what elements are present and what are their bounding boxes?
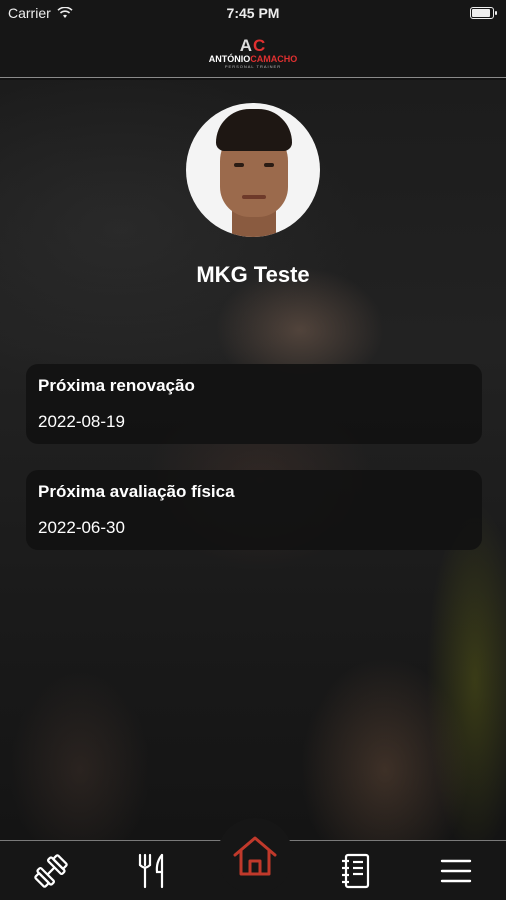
nav-home[interactable] xyxy=(217,818,293,894)
logo-name: ANTÓNIOCAMACHO xyxy=(208,53,298,64)
menu-icon xyxy=(440,859,472,883)
card-title: Próxima renovação xyxy=(38,376,195,395)
assessment-card: Próxima avaliação física 2022-06-30 xyxy=(26,470,482,550)
app-header: AC ANTÓNIOCAMACHO PERSONAL TRAINER xyxy=(0,28,506,78)
status-bar: Carrier 7:45 PM xyxy=(0,0,506,28)
brand-logo: AC ANTÓNIOCAMACHO PERSONAL TRAINER xyxy=(209,37,298,69)
logo-mark-c: C xyxy=(253,35,267,55)
profile-avatar[interactable] xyxy=(186,103,320,237)
logo-subtitle: PERSONAL TRAINER xyxy=(224,63,282,69)
logo-mark-a: A xyxy=(239,35,253,55)
dumbbell-icon xyxy=(34,854,68,888)
nav-notes[interactable] xyxy=(336,851,376,891)
logo-first-name: ANTÓNIO xyxy=(208,53,251,64)
nav-workout[interactable] xyxy=(31,851,71,891)
card-value: 2022-08-19 xyxy=(38,412,125,431)
profile-name: MKG Teste xyxy=(196,262,310,287)
home-icon xyxy=(233,836,277,876)
renewal-card: Próxima renovação 2022-08-19 xyxy=(26,364,482,444)
nav-menu[interactable] xyxy=(436,851,476,891)
card-title: Próxima avaliação física xyxy=(38,482,235,501)
battery-icon xyxy=(470,7,497,19)
status-time: 7:45 PM xyxy=(226,5,280,21)
card-value: 2022-06-30 xyxy=(38,518,125,537)
fork-knife-icon xyxy=(138,853,164,889)
notebook-icon xyxy=(342,853,370,889)
logo-last-name: CAMACHO xyxy=(250,53,298,64)
logo-mark: AC xyxy=(209,37,298,54)
nav-nutrition[interactable] xyxy=(133,851,173,891)
